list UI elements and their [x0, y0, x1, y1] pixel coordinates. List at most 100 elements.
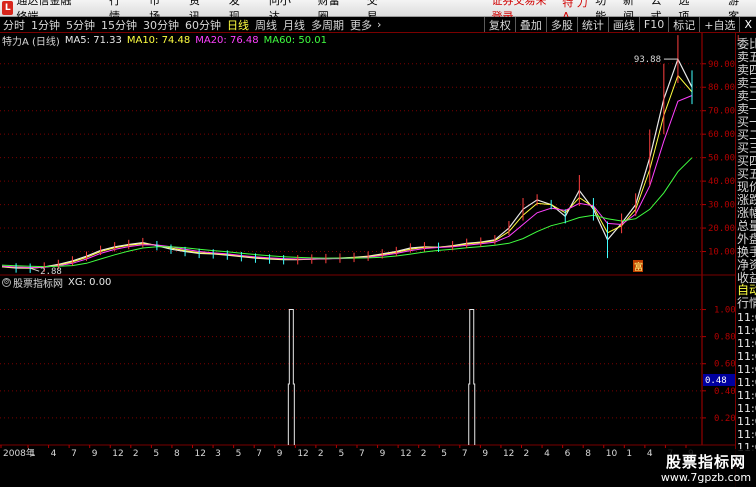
date-tick-label: 12: [195, 449, 206, 459]
date-tick-label: 6: [565, 449, 571, 459]
price-tick-label: 50.00: [708, 154, 735, 164]
indicator-tick-label: 0.60: [714, 360, 735, 370]
side-label-7: 买二: [737, 128, 756, 142]
stock-period-label: 特力A (日线): [2, 36, 60, 48]
date-tick-label: 5: [236, 449, 242, 459]
mark-button[interactable]: 标记: [668, 17, 699, 32]
date-tick-label: 4: [647, 449, 653, 459]
price-series-group: 93.882.88 富: [1, 35, 693, 277]
date-tick-label: 10: [606, 449, 618, 459]
date-tick-label: 9: [92, 449, 98, 459]
tick-time-4: 11:09: [737, 363, 756, 376]
period-5min[interactable]: 5分钟: [63, 17, 98, 33]
tick-time-0: 11:08: [737, 311, 756, 324]
period-multi[interactable]: 多周期: [308, 17, 347, 33]
add-watchlist-button[interactable]: +自选: [699, 17, 739, 32]
toolbar-right: 复权 叠加 多股 统计 画线 F10 标记 +自选 X: [483, 17, 756, 32]
date-tick-label: 9: [277, 449, 283, 459]
watermark: 股票指标网 www.7gpzb.com: [656, 449, 756, 487]
period-more[interactable]: 更多: [347, 17, 375, 33]
indicator-current-label: 0.48: [705, 376, 727, 386]
date-tick-label: 3: [215, 449, 221, 459]
ma60-value: MA60: 50.01: [263, 34, 327, 46]
period-60min[interactable]: 60分钟: [182, 17, 224, 33]
side-label-6: 买一: [737, 115, 756, 129]
info-marker-label[interactable]: 富: [634, 261, 643, 273]
tick-time-3: 11:08: [737, 350, 756, 363]
date-tick-label: 5: [153, 449, 159, 459]
date-tick-label: 7: [71, 449, 77, 459]
date-tick-label: 7: [462, 449, 468, 459]
tick-time-8: 11:09: [737, 415, 756, 428]
adjust-button[interactable]: 复权: [483, 17, 515, 32]
close-icon[interactable]: X: [739, 17, 756, 32]
side-auto-toggle[interactable]: 自动: [737, 283, 756, 297]
draw-line-button[interactable]: 画线: [607, 17, 639, 32]
date-tick-label: 4: [544, 449, 550, 459]
tick-time-5: 11:09: [737, 376, 756, 389]
side-label-10: 买五: [737, 167, 756, 181]
date-tick-label: 2: [133, 449, 139, 459]
indicator-tick-label: 0.80: [714, 333, 735, 343]
side-label-2: 卖四: [737, 63, 756, 77]
xg-value: XG: 0.00: [68, 276, 112, 288]
date-tick-label: 2: [524, 449, 530, 459]
tick-time-6: 11:09: [737, 389, 756, 402]
side-label-4: 卖二: [737, 89, 756, 103]
tick-time-1: 11:08: [737, 324, 756, 337]
side-quote-label: 行情: [737, 296, 756, 310]
main-chart-grid: [0, 33, 735, 446]
date-tick-label: 12: [400, 449, 411, 459]
period-monthly[interactable]: 月线: [280, 17, 308, 33]
overlay-button[interactable]: 叠加: [514, 17, 546, 32]
high-price-label: 93.88: [634, 55, 661, 65]
ma10-line: [1, 74, 693, 269]
indicator-name[interactable]: 股票指标网: [13, 275, 63, 290]
side-label-13: 涨幅: [737, 206, 756, 220]
period-weekly[interactable]: 周线: [252, 17, 280, 33]
watermark-url: www.7gpzb.com: [660, 470, 752, 484]
side-label-1: 卖五: [737, 50, 756, 64]
date-tick-label: 7: [256, 449, 262, 459]
multi-stock-button[interactable]: 多股: [545, 17, 577, 32]
tick-time-9: 11:09: [737, 428, 756, 441]
date-tick-label: 1: [30, 449, 36, 459]
period-30min[interactable]: 30分钟: [140, 17, 182, 33]
xg-signal-spike: [287, 309, 295, 445]
side-label-9: 买四: [737, 154, 756, 168]
period-1min[interactable]: 1分钟: [28, 17, 63, 33]
settings-icon[interactable]: ⚙: [2, 277, 11, 287]
side-label-8: 买三: [737, 141, 756, 155]
price-tick-label: 70.00: [708, 107, 735, 117]
date-tick-label: 9: [482, 449, 488, 459]
period-tick[interactable]: 分时: [0, 17, 28, 33]
date-tick-label: 7: [359, 449, 365, 459]
side-label-0: 委比: [737, 37, 756, 51]
date-tick-label: 9: [380, 449, 386, 459]
f10-button[interactable]: F10: [638, 17, 668, 32]
statistics-button[interactable]: 统计: [576, 17, 608, 32]
ma10-value: MA10: 74.48: [126, 34, 191, 46]
price-tick-label: 20.00: [708, 224, 735, 234]
title-menu-bar: L 通达信金融终端 行情 市场 资讯 发现 问小达 财富圈 交易 证券交易未登录…: [0, 0, 756, 23]
side-label-5: 卖一: [737, 102, 756, 116]
chevron-right-icon[interactable]: ›: [375, 18, 383, 31]
indicator-tick-label: 0.20: [714, 414, 735, 424]
price-tick-label: 10.00: [708, 248, 735, 258]
low-pointer: [30, 267, 40, 272]
price-tick-label: 60.00: [708, 130, 735, 140]
date-axis: 2008年1 4 7 9 12 2 5 8 12 3 5 7 9 12 2 5 7 9 12 2 5 7 9 12 2 4 6 8 10…: [0, 445, 694, 459]
date-tick-label: 5: [441, 449, 447, 459]
side-label-16: 换手: [737, 245, 756, 259]
app-logo-icon: L: [2, 1, 14, 15]
quote-side-panel: L 委比 卖五 卖四 卖三 卖二 卖一 买一 买二 买三 买四 买五 现价 涨跌 涨幅 总量 外盘 换手 净资 收益…: [735, 33, 756, 487]
period-daily[interactable]: 日线: [224, 17, 252, 33]
tick-time-7: 11:09: [737, 402, 756, 415]
date-tick-label: 12: [297, 449, 308, 459]
side-label-11: 现价: [737, 180, 756, 194]
indicator-legend: ⚙ 股票指标网 XG: 0.00: [2, 275, 112, 290]
price-tick-label: 80.00: [708, 83, 735, 93]
date-tick-label: 1: [626, 449, 632, 459]
kline-chart[interactable]: 93.882.88 富 10.00 20.00 30.00 40.00 50.00 60.0…: [0, 33, 735, 487]
period-15min[interactable]: 15分钟: [98, 17, 140, 33]
